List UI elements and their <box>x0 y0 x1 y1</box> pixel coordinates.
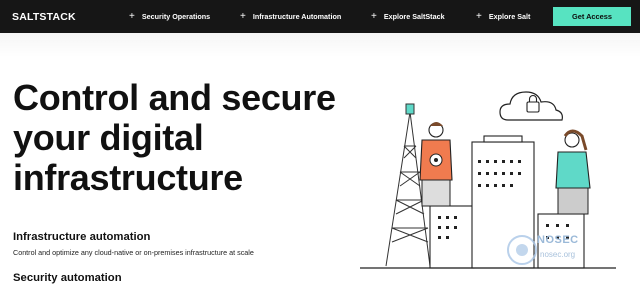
nav-label: Explore Salt <box>488 12 531 21</box>
top-navigation-bar: SALTSTACK + Security Operations + Infras… <box>0 0 640 33</box>
nav-label: Infrastructure Automation <box>252 12 342 21</box>
plus-icon: + <box>240 10 246 22</box>
plus-icon: + <box>476 10 482 22</box>
nav-item-security-operations[interactable]: + Security Operations <box>129 0 210 33</box>
section-title-infrastructure-automation[interactable]: Infrastructure automation <box>13 231 150 243</box>
nav-item-explore-salt[interactable]: + Explore Salt <box>476 0 530 33</box>
saltstack-logo[interactable]: SALTSTACK <box>12 11 76 23</box>
nav-label: Explore SaltStack <box>383 12 445 21</box>
get-access-button[interactable]: Get Access <box>553 7 631 26</box>
cloud-lock-icon <box>499 91 563 121</box>
plus-icon: + <box>371 10 377 22</box>
plus-icon: + <box>129 10 135 22</box>
person-with-gear-icon <box>419 122 453 207</box>
hero-background <box>0 33 640 57</box>
nav-label: Security Operations <box>141 12 211 21</box>
nav-item-infrastructure-automation[interactable]: + Infrastructure Automation <box>240 0 341 33</box>
hero-headline: Control and secure your digital infrastr… <box>13 77 336 198</box>
section-title-security-automation[interactable]: Security automation <box>13 272 122 284</box>
person-with-headset-icon <box>555 129 591 215</box>
nav-item-explore-saltstack[interactable]: + Explore SaltStack <box>371 0 445 33</box>
watermark-text: NOSEC <box>537 234 579 246</box>
section-description: Control and optimize any cloud-native or… <box>13 248 254 257</box>
watermark-subtext: nosec.org <box>540 250 576 259</box>
